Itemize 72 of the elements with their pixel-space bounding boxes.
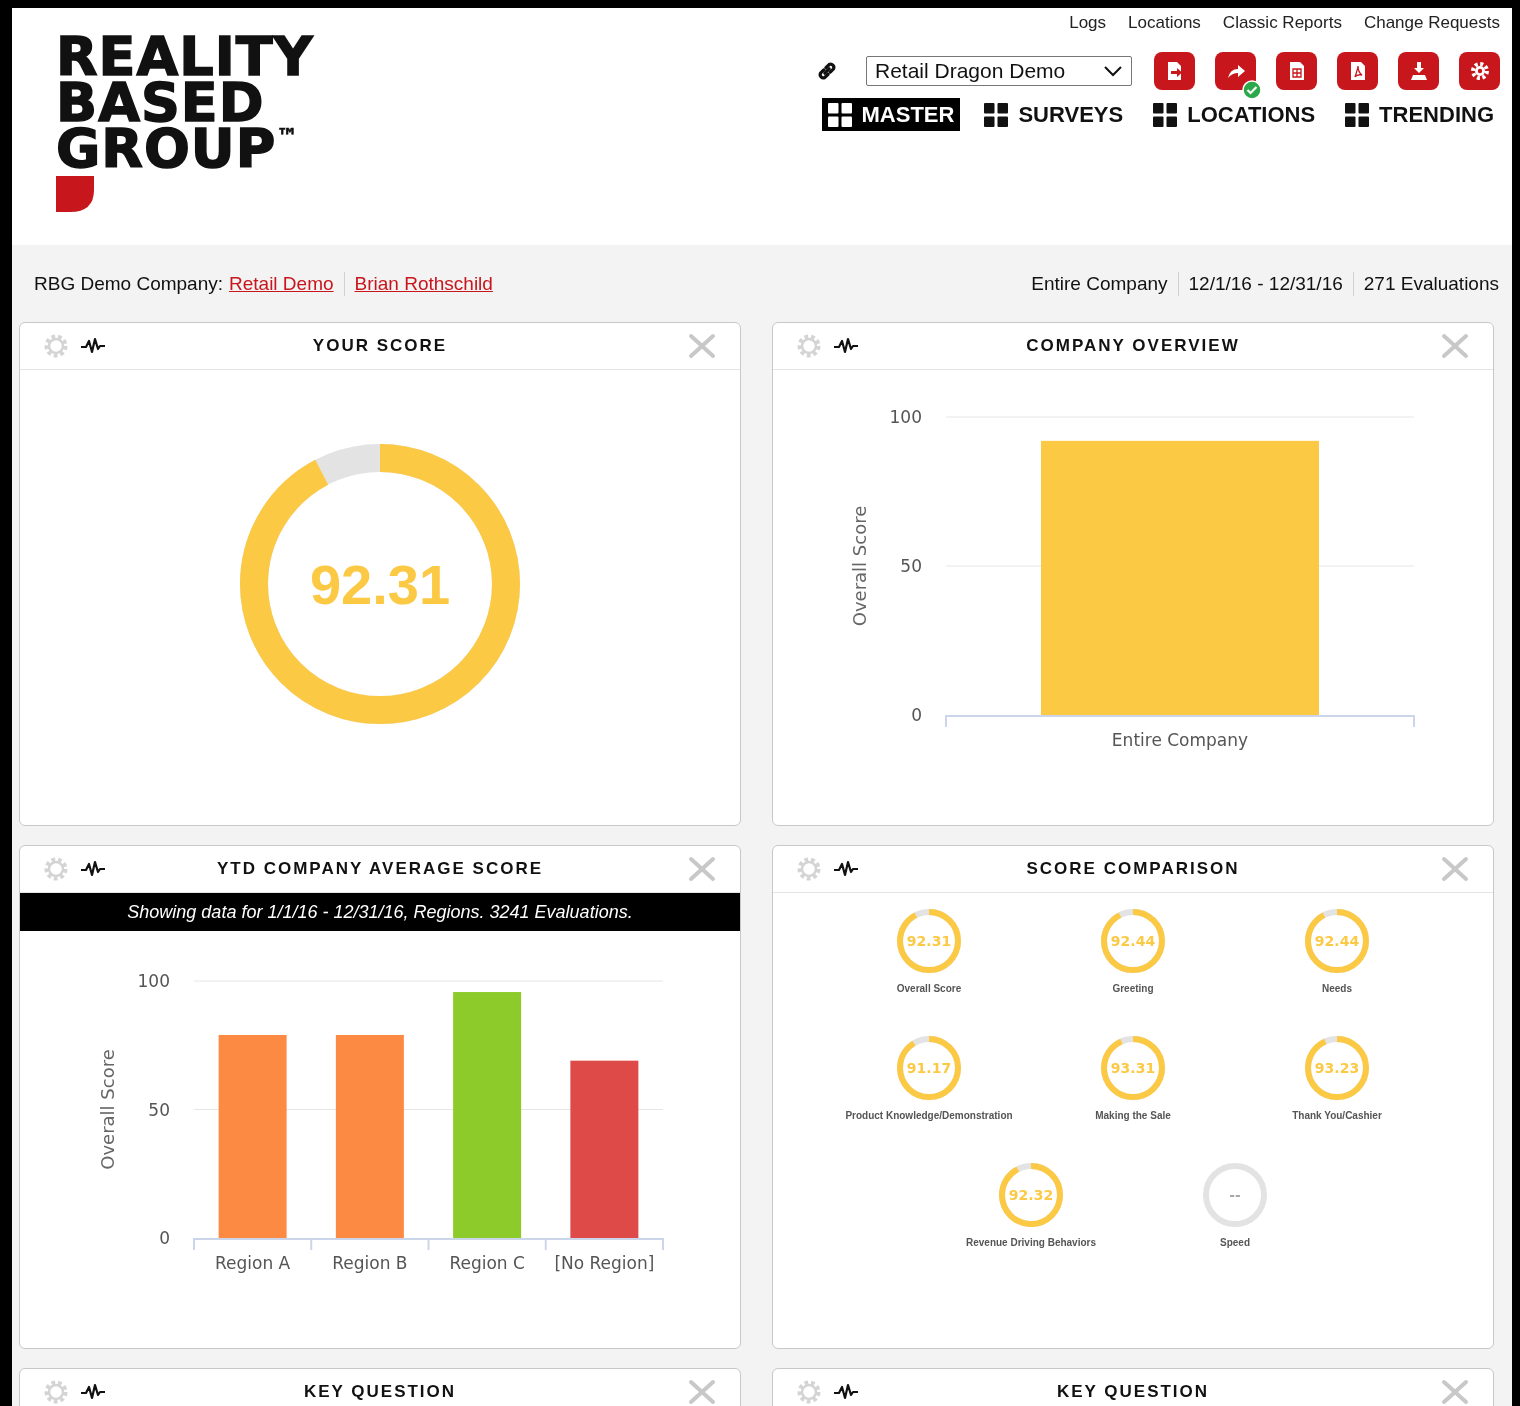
sheet-button[interactable]: [1276, 52, 1317, 90]
top-link[interactable]: Locations: [1128, 13, 1201, 33]
gauge-label: Making the Sale: [1095, 1110, 1171, 1121]
gauge-label: Revenue Driving Behaviors: [965, 1237, 1096, 1248]
gauge-label: Needs: [1322, 983, 1352, 994]
panel-title: YTD COMPANY AVERAGE SCORE: [216, 859, 544, 879]
activity-icon[interactable]: [80, 337, 106, 355]
pdf-button[interactable]: [1337, 52, 1378, 90]
category-label: Entire Company: [1111, 730, 1249, 750]
chevron-down-icon: [1103, 65, 1123, 77]
gauge-ring: [1203, 1163, 1267, 1227]
grid-icon: [827, 102, 852, 127]
category-label: Region C: [449, 1253, 525, 1273]
gauge-value: 92.31: [906, 933, 952, 949]
gauge-value: 92.32: [1008, 1187, 1054, 1203]
activity-icon[interactable]: [833, 337, 859, 355]
gauge-label: Greeting: [1112, 983, 1154, 994]
gauge-value: 91.17: [906, 1060, 952, 1076]
panel-title: SCORE COMPARISON: [1026, 859, 1240, 879]
gauge-value: --: [1229, 1187, 1241, 1203]
gauge-value: 92.44: [1314, 933, 1360, 949]
category-label: Region B: [332, 1253, 408, 1273]
top-link[interactable]: Logs: [1069, 13, 1107, 33]
settings-button[interactable]: [1459, 52, 1500, 90]
grid-icon: [984, 102, 1009, 127]
category-label: [No Region]: [554, 1253, 655, 1273]
activity-icon[interactable]: [80, 860, 106, 878]
info-link[interactable]: Retail Demo: [229, 272, 334, 295]
gauge-label: Thank You/Cashier: [1292, 1110, 1382, 1121]
panel-title: COMPANY OVERVIEW: [1026, 336, 1240, 356]
panel-title: KEY QUESTION: [303, 1382, 457, 1402]
activity-icon[interactable]: [80, 1383, 106, 1401]
info-link[interactable]: Brian Rothschild: [354, 272, 493, 295]
grid-icon: [1345, 102, 1370, 127]
axis-title: Overall Score: [849, 505, 870, 627]
gear-icon: [1468, 60, 1491, 82]
category-label: Region A: [215, 1253, 291, 1273]
filter-summary: 271 Evaluations: [1363, 272, 1499, 295]
nav-tab[interactable]: TRENDING: [1339, 98, 1500, 131]
top-link[interactable]: Change Requests: [1363, 13, 1500, 33]
gauge-label: Product Knowledge/Demonstration: [845, 1110, 1013, 1121]
filter-summary: 12/1/16 - 12/31/16: [1188, 272, 1343, 295]
axis-title: Overall Score: [97, 1049, 118, 1170]
nav-tab[interactable]: MASTER: [821, 98, 961, 131]
filter-summary: Entire Company: [1031, 272, 1168, 295]
activity-icon[interactable]: [833, 1383, 859, 1401]
gauge-value: 93.31: [1110, 1060, 1156, 1076]
axis-tick-label: 50: [900, 556, 922, 576]
data-banner: Showing data for 1/1/16 - 12/31/16, Regions. 3241 Evaluations.: [20, 893, 740, 931]
company-label: RBG Demo Company:: [34, 272, 223, 295]
axis-tick-label: 0: [159, 1228, 170, 1248]
gauge-value: 92.44: [1110, 933, 1156, 949]
panel-title: YOUR SCORE: [312, 336, 448, 356]
axis-tick-label: 50: [148, 1099, 170, 1120]
axis-tick-label: 0: [911, 705, 922, 725]
nav-tab[interactable]: SURVEYS: [978, 98, 1130, 131]
download-button[interactable]: [1398, 52, 1439, 90]
gauge-value: 93.23: [1314, 1060, 1360, 1076]
export-button[interactable]: [1154, 52, 1195, 90]
account-select[interactable]: Retail Dragon Demo: [866, 56, 1132, 86]
axis-tick-label: 100: [889, 407, 922, 427]
top-link[interactable]: Classic Reports: [1222, 13, 1342, 33]
share-button[interactable]: [1215, 52, 1256, 90]
axis-tick-label: 100: [137, 971, 170, 991]
gauge-label: Speed: [1220, 1237, 1250, 1248]
company-logo: REALITY BASED GROUP$^{™}$: [56, 34, 314, 214]
panel-title: KEY QUESTION: [1056, 1382, 1210, 1402]
nav-tab[interactable]: LOCATIONS: [1147, 98, 1322, 131]
grid-icon: [1153, 102, 1178, 127]
activity-icon[interactable]: [833, 860, 859, 878]
score-value: 92.31: [309, 553, 451, 616]
gauge-label: Overall Score: [896, 983, 962, 994]
